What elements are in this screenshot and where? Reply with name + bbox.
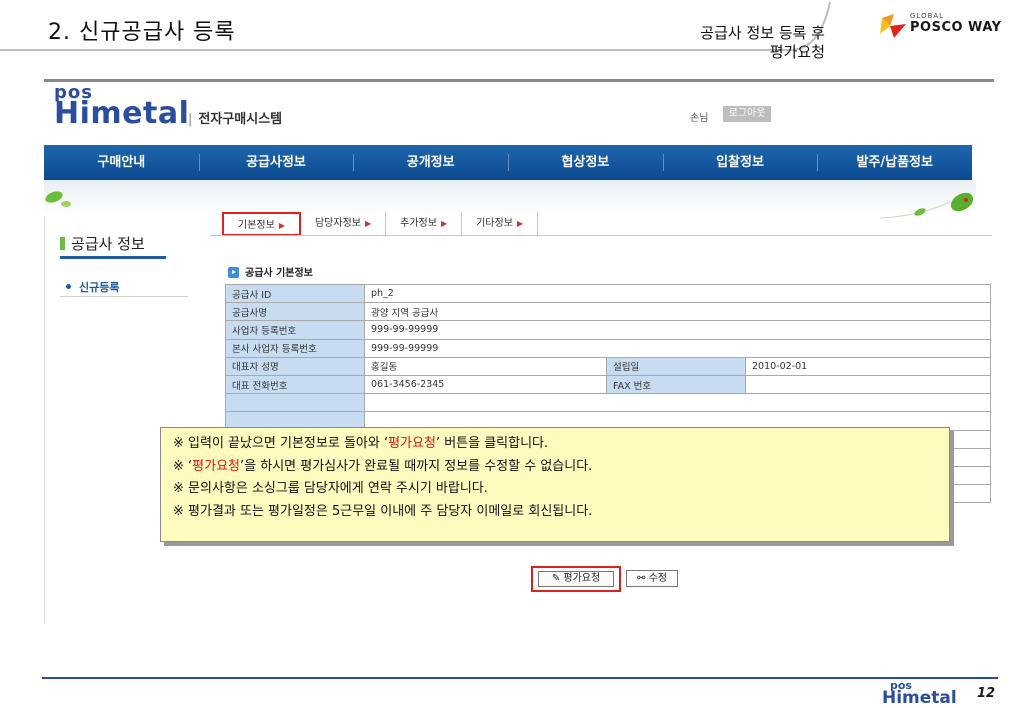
posco-way-logo: GLOBAL POSCO WAY [880, 12, 1010, 42]
field-label: 사업자 등록번호 [225, 320, 365, 340]
top-divider [44, 79, 994, 82]
table-row: 대표자 성명 홍길동 설립일 2010-02-01 [225, 356, 991, 376]
page-number: 12 [977, 686, 996, 701]
eval-request-button[interactable]: ✎ 평가요청 [538, 571, 614, 587]
slide-subtitle: 공급사 정보 등록 후 평가요청 [700, 24, 825, 61]
edit-button[interactable]: ⚯ 수정 [626, 570, 678, 587]
section-arrow-icon [228, 267, 239, 278]
tab-additional-info[interactable]: 추가정보 ▶ [386, 212, 463, 236]
nav-item-bid-info[interactable]: 입찰정보 [662, 145, 818, 180]
table-row: 공급사 ID ph_2 [225, 283, 991, 304]
table-row [225, 393, 991, 413]
sub-tabs: 기본정보 ▶ 담당자정보 ▶ 추가정보 ▶ 기타정보 ▶ [222, 212, 539, 236]
tabs-divider [210, 235, 992, 236]
field-label: 설립일 [606, 356, 746, 376]
slide-title: 2. 신규공급사 등록 [48, 20, 236, 45]
link-icon: ⚯ [637, 573, 649, 584]
document-icon: ✎ [551, 573, 564, 584]
sidebar-item-divider [60, 296, 188, 297]
sidebar-item-new-registration[interactable]: 신규등록 [66, 279, 119, 295]
logout-button[interactable]: 로그아웃 [723, 106, 771, 122]
field-value: 광양 지역 공급사 [364, 302, 991, 322]
bullet-icon [66, 284, 71, 289]
section-title: 공급사 기본정보 [228, 264, 313, 279]
eval-request-highlight: ✎ 평가요청 [531, 566, 621, 592]
posco-mark-icon [880, 14, 906, 38]
field-label: 공급사명 [225, 302, 365, 322]
tab-basic-info[interactable]: 기본정보 ▶ [222, 212, 301, 236]
green-bar-icon [60, 237, 65, 250]
arrow-right-icon: ▶ [364, 219, 372, 228]
nav-item-order-delivery-info[interactable]: 발주/납품정보 [817, 145, 972, 180]
himetal-logo: pos Himetal [54, 82, 190, 131]
nav-item-purchase-guide[interactable]: 구매안내 [44, 145, 199, 180]
field-label: 대표 전화번호 [225, 374, 365, 395]
main-nav: 구매안내 공급사정보 공개정보 협상정보 입찰정보 발주/납품정보 [44, 145, 972, 180]
nav-item-public-info[interactable]: 공개정보 [353, 145, 508, 180]
sidebar-title-underline [60, 256, 166, 259]
notice-callout: ※ 입력이 끝났으면 기본정보로 돌아와 ‘평가요청’ 버튼을 클릭합니다. ※… [160, 427, 950, 542]
table-row: 사업자 등록번호 999-99-99999 [225, 320, 991, 340]
sidebar-title: 공급사 정보 [60, 233, 145, 254]
table-row: 본사 사업자 등록번호 999-99-99999 [225, 338, 991, 358]
field-value [745, 374, 991, 395]
field-label: 본사 사업자 등록번호 [225, 338, 365, 358]
tab-other-info[interactable]: 기타정보 ▶ [462, 212, 539, 236]
notice-line: ※ 입력이 끝났으면 기본정보로 돌아와 ‘평가요청’ 버튼을 클릭합니다. [173, 436, 549, 451]
arrow-right-icon: ▶ [440, 219, 448, 228]
nav-item-negotiation-info[interactable]: 협상정보 [508, 145, 663, 180]
nav-shade-band [44, 180, 976, 216]
leaf-decoration-icon [880, 192, 974, 219]
notice-line: ※ ‘평가요청’을 하시면 평가심사가 완료될 때까지 정보를 수정할 수 없습… [173, 458, 593, 474]
field-value: 999-99-99999 [364, 338, 991, 358]
arrow-right-icon: ▶ [278, 221, 285, 230]
field-label [225, 393, 365, 413]
table-row: 공급사명 광양 지역 공급사 [225, 302, 991, 322]
system-name: | 전자구매시스템 [188, 112, 283, 127]
sidebar-divider [44, 216, 45, 624]
field-value [364, 393, 991, 413]
footer-divider [42, 677, 998, 679]
field-value: ph_2 [364, 283, 991, 304]
field-label: 대표자 성명 [225, 356, 365, 376]
field-value: 061-3456-2345 [364, 374, 607, 395]
field-value: 홍길동 [364, 356, 607, 376]
field-label: 공급사 ID [225, 283, 365, 304]
notice-line: ※ 문의사항은 소싱그룹 담당자에게 연락 주시기 바랍니다. [173, 481, 488, 496]
field-value: 999-99-99999 [364, 320, 991, 340]
arrow-right-icon: ▶ [516, 219, 524, 228]
field-label: FAX 번호 [606, 374, 746, 395]
nav-item-supplier-info[interactable]: 공급사정보 [198, 145, 354, 180]
table-row: 대표 전화번호 061-3456-2345 FAX 번호 [225, 374, 991, 395]
tab-contact-info[interactable]: 담당자정보 ▶ [301, 212, 387, 236]
field-value: 2010-02-01 [745, 356, 991, 376]
leaf-decoration-icon [45, 191, 71, 207]
notice-line: ※ 평가결과 또는 평가일정은 5근무일 이내에 주 담당자 이메일로 회신됩니… [173, 503, 593, 519]
user-name: 손님 [690, 113, 709, 124]
